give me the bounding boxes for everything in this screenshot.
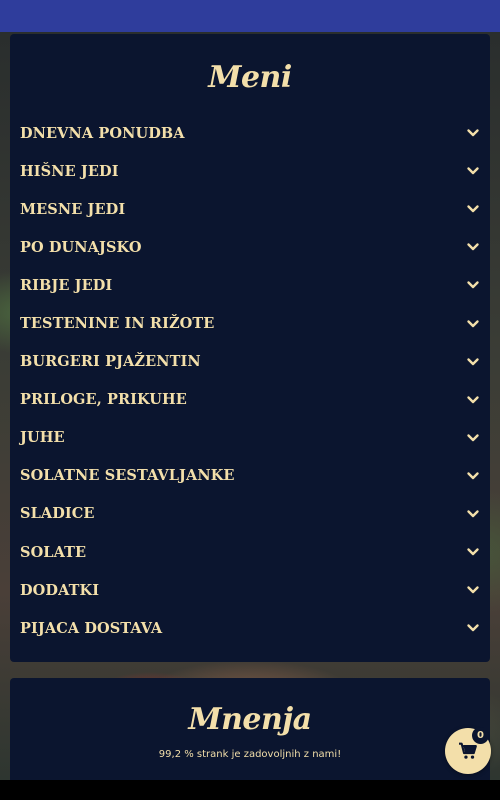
menu-category-label: TESTENINE IN RIŽOTE [20, 315, 215, 333]
chevron-down-icon [467, 319, 479, 327]
menu-category-label: SOLATNE SESTAVLJANKE [20, 467, 235, 485]
menu-category-item[interactable]: DNEVNA PONUDBA [10, 114, 490, 152]
menu-card: Meni DNEVNA PONUDBA HIŠNE JEDI MESNE JEDI P… [10, 34, 490, 662]
menu-category-item[interactable]: SOLATNE SESTAVLJANKE [10, 457, 490, 495]
menu-category-label: SLADICE [20, 505, 95, 523]
menu-category-label: SOLATE [20, 543, 87, 561]
chevron-down-icon [467, 472, 479, 480]
menu-category-label: PIJACA DOSTAVA [20, 619, 163, 637]
navigation-bar [0, 780, 500, 800]
menu-category-label: PO DUNAJSKO [20, 238, 142, 256]
menu-category-label: MESNE JEDI [20, 200, 126, 218]
menu-category-label: DNEVNA PONUDBA [20, 124, 185, 142]
cart-icon [459, 742, 477, 759]
chevron-down-icon [467, 357, 479, 365]
menu-category-label: BURGERI PJAŽENTIN [20, 353, 201, 371]
cart-count-badge: 0 [472, 727, 489, 744]
menu-category-label: HIŠNE JEDI [20, 162, 119, 180]
menu-category-label: RIBJE JEDI [20, 276, 113, 294]
menu-category-item[interactable]: TESTENINE IN RIŽOTE [10, 304, 490, 342]
menu-category-label: DODATKI [20, 581, 100, 599]
menu-category-item[interactable]: DODATKI [10, 571, 490, 609]
menu-category-item[interactable]: RIBJE JEDI [10, 266, 490, 304]
menu-category-item[interactable]: MESNE JEDI [10, 190, 490, 228]
chevron-down-icon [467, 167, 479, 175]
chevron-down-icon [467, 586, 479, 594]
menu-category-item[interactable]: BURGERI PJAŽENTIN [10, 343, 490, 381]
menu-category-label: PRILOGE, PRIKUHE [20, 391, 187, 409]
menu-category-item[interactable]: HIŠNE JEDI [10, 152, 490, 190]
menu-category-item[interactable]: JUHE [10, 419, 490, 457]
status-bar [0, 0, 500, 32]
chevron-down-icon [467, 396, 479, 403]
chevron-down-icon [467, 434, 479, 441]
menu-category-item[interactable]: SOLATE [10, 533, 490, 571]
menu-category-list: DNEVNA PONUDBA HIŠNE JEDI MESNE JEDI PO DUN… [10, 114, 490, 647]
reviews-subtitle: 99,2 % strank je zadovoljnih z nami! [158, 749, 342, 760]
menu-category-item[interactable]: PO DUNAJSKO [10, 228, 490, 266]
menu-category-item[interactable]: SLADICE [10, 495, 490, 533]
chevron-down-icon [467, 129, 479, 137]
chevron-down-icon [467, 281, 479, 289]
menu-category-label: JUHE [20, 429, 65, 447]
chevron-down-icon [467, 205, 479, 213]
chevron-down-icon [467, 510, 479, 518]
menu-category-item[interactable]: PIJACA DOSTAVA [10, 609, 490, 647]
menu-category-item[interactable]: PRILOGE, PRIKUHE [10, 381, 490, 419]
reviews-title: Mnenja [188, 702, 312, 737]
menu-title: Meni [208, 60, 292, 95]
chevron-down-icon [467, 548, 479, 556]
chevron-down-icon [467, 624, 479, 632]
reviews-card: Mnenja 99,2 % strank je zadovoljnih z na… [10, 678, 490, 780]
chevron-down-icon [467, 243, 479, 251]
